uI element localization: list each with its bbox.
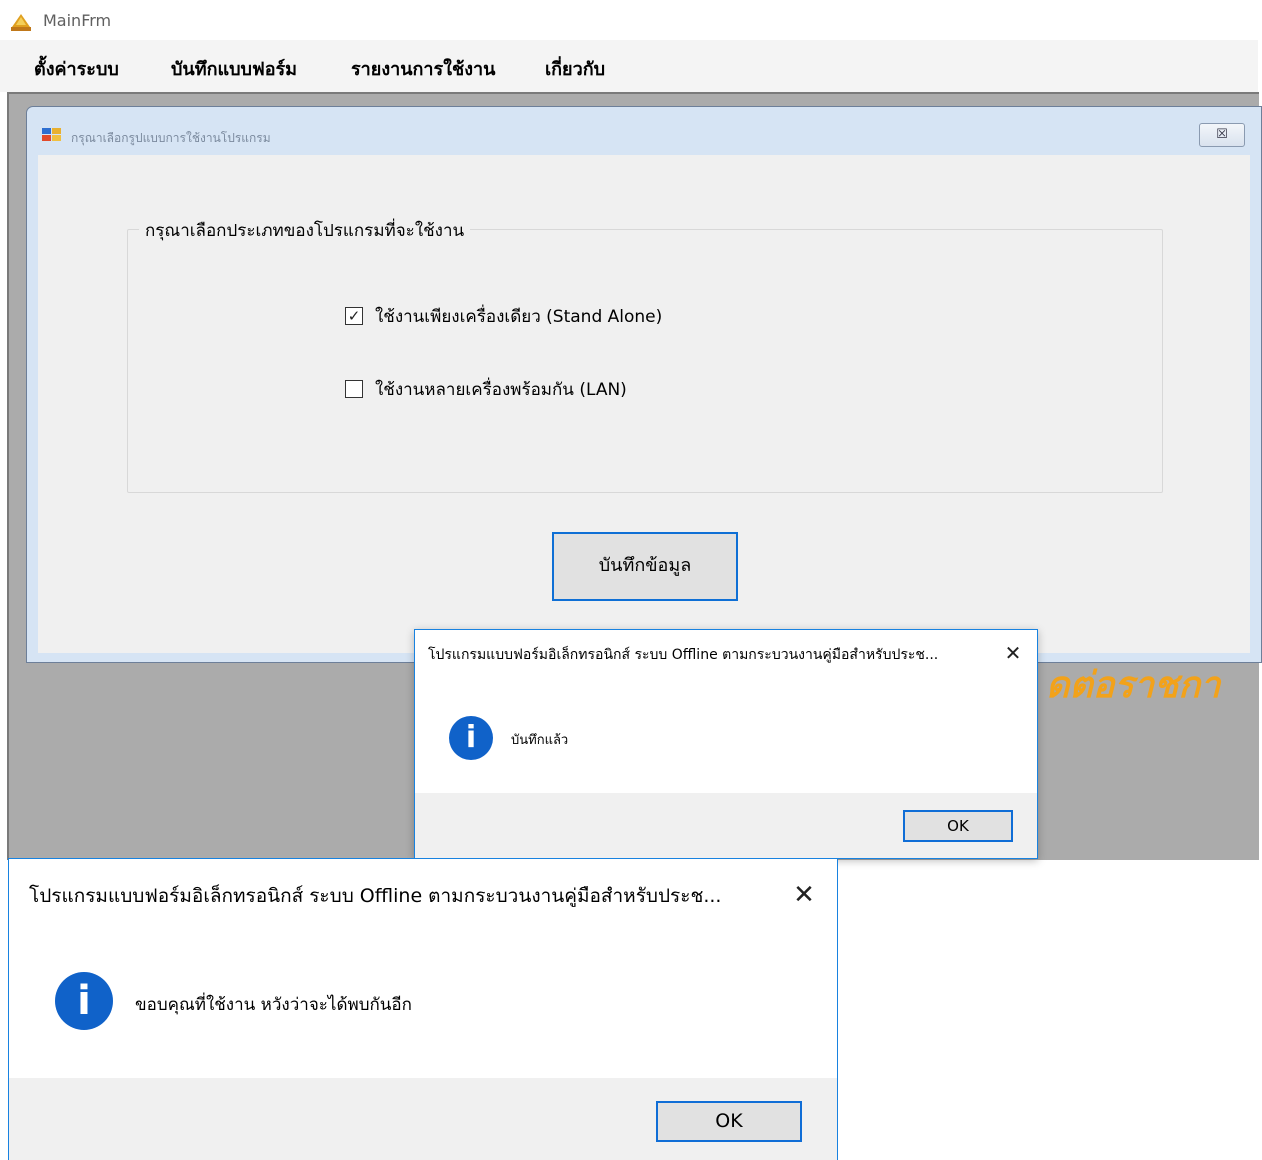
form-close-button[interactable]: ☒ (1199, 123, 1245, 147)
main-window-titlebar: MainFrm (0, 0, 1262, 40)
menu-about[interactable]: เกี่ยวกับ (545, 54, 605, 83)
standalone-checkbox[interactable]: ✓ (345, 307, 363, 325)
dialog-title: โปรแกรมแบบฟอร์มอิเล็กทรอนิกส์ ระบบ Offli… (428, 647, 939, 663)
form-title: กรุณาเลือกรูปแบบการใช้งานโปรแกรม (71, 131, 271, 145)
main-window-title: MainFrm (43, 11, 112, 30)
mode-selection-form: กรุณาเลือกรูปแบบการใช้งานโปรแกรม ☒ กรุณา… (26, 106, 1262, 663)
menu-system-settings[interactable]: ตั้งค่าระบบ (34, 54, 119, 83)
dialog-message: บันทึกแล้ว (511, 733, 569, 748)
ok-button[interactable]: OK (903, 810, 1013, 842)
menu-record-form[interactable]: บันทึกแบบฟอร์ม (171, 54, 297, 83)
app-logo-icon (11, 14, 31, 31)
lan-checkbox[interactable] (345, 380, 363, 398)
information-icon: i (55, 972, 113, 1030)
thanks-message-dialog: โปรแกรมแบบฟอร์มอิเล็กทรอนิกส์ ระบบ Offli… (8, 858, 838, 1160)
save-data-button[interactable]: บันทึกข้อมูล (552, 532, 738, 601)
dialog-title: โปรแกรมแบบฟอร์มอิเล็กทรอนิกส์ ระบบ Offli… (29, 885, 722, 907)
groupbox-label: กรุณาเลือกประเภทของโปรแกรมที่จะใช้งาน (139, 217, 471, 244)
dialog-message: ขอบคุณที่ใช้งาน หวังว่าจะได้พบกันอีก (135, 995, 412, 1015)
program-type-groupbox (127, 229, 1163, 493)
ok-button[interactable]: OK (656, 1101, 802, 1142)
background-banner-text: ดต่อราชกา (1046, 665, 1221, 706)
menu-bar: ตั้งค่าระบบ บันทึกแบบฟอร์ม รายงานการใช้ง… (0, 40, 1258, 92)
form-client-area: กรุณาเลือกประเภทของโปรแกรมที่จะใช้งาน ✓ … (38, 155, 1250, 653)
lan-option-label[interactable]: ใช้งานหลายเครื่องพร้อมกัน (LAN) (375, 376, 627, 403)
form-icon (42, 128, 61, 141)
menu-usage-report[interactable]: รายงานการใช้งาน (351, 54, 495, 83)
information-icon: i (449, 716, 493, 760)
saved-message-dialog: โปรแกรมแบบฟอร์มอิเล็กทรอนิกส์ ระบบ Offli… (414, 629, 1038, 859)
standalone-option-label[interactable]: ใช้งานเพียงเครื่องเดียว (Stand Alone) (375, 303, 662, 330)
dialog-close-button[interactable]: ✕ (998, 638, 1028, 668)
dialog-button-bar: OK (9, 1078, 837, 1160)
dialog-button-bar: OK (415, 793, 1037, 858)
dialog-close-button[interactable]: ✕ (784, 875, 824, 915)
